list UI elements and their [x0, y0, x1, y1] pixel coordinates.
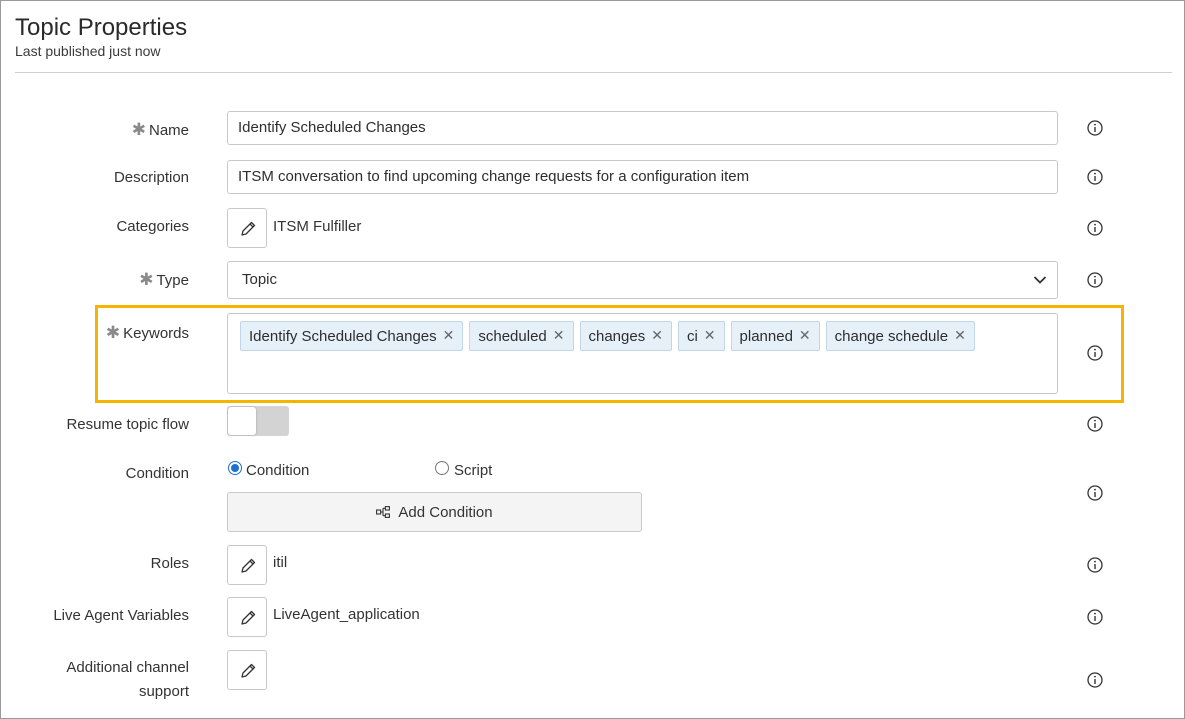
condition-radio[interactable] [228, 461, 242, 475]
condition-label: Condition [125, 465, 189, 482]
resume-topic-flow-label: Resume topic flow [66, 416, 189, 433]
roles-label: Roles [150, 555, 189, 572]
categories-value: ITSM Fulfiller [273, 218, 362, 235]
required-marker: ✱ [131, 120, 146, 139]
live-agent-variables-label: Live Agent Variables [53, 607, 189, 624]
info-icon[interactable] [1087, 672, 1103, 688]
toggle-knob [228, 407, 256, 435]
remove-icon[interactable]: ✕ [553, 322, 565, 348]
keyword-chip: Identify Scheduled Changes ✕ [240, 321, 464, 351]
keyword-chip: change schedule ✕ [825, 321, 975, 351]
pencil-icon [241, 558, 256, 573]
info-icon[interactable] [1087, 557, 1103, 573]
info-icon[interactable] [1087, 220, 1103, 236]
add-condition-label: Add Condition [398, 503, 493, 521]
remove-icon[interactable]: ✕ [704, 322, 716, 348]
edit-additional-channel-support-button[interactable] [227, 650, 267, 690]
page-title: Topic Properties [15, 14, 188, 41]
info-icon[interactable] [1087, 120, 1103, 136]
keyword-chip: ci ✕ [677, 321, 725, 351]
remove-icon[interactable]: ✕ [799, 322, 811, 348]
additional-channel-support-label: Additional channel support [66, 659, 189, 700]
info-icon[interactable] [1087, 345, 1103, 361]
remove-icon[interactable]: ✕ [651, 322, 663, 348]
chevron-down-icon [1033, 276, 1047, 284]
keyword-chips: Identify Scheduled Changes ✕ scheduled ✕ c… [240, 321, 981, 351]
name-input[interactable]: Identify Scheduled Changes [227, 111, 1058, 145]
condition-radio-label: Condition [246, 462, 310, 479]
flow-icon [376, 506, 391, 518]
live-agent-variables-value: LiveAgent_application [273, 606, 420, 623]
info-icon[interactable] [1087, 485, 1103, 501]
edit-roles-button[interactable] [227, 545, 267, 585]
required-marker: ✱ [139, 270, 154, 289]
remove-icon[interactable]: ✕ [954, 322, 966, 348]
header-divider [15, 72, 1172, 73]
keywords-label: ✱ Keywords [105, 323, 189, 342]
pencil-icon [241, 663, 256, 678]
type-value: Topic [242, 271, 278, 288]
remove-icon[interactable]: ✕ [443, 322, 455, 348]
description-label: Description [113, 169, 189, 186]
info-icon[interactable] [1087, 416, 1103, 432]
info-icon[interactable] [1087, 169, 1103, 185]
info-icon[interactable] [1087, 272, 1103, 288]
roles-value: itil [273, 554, 288, 571]
publish-status: Last published just now [15, 43, 161, 59]
type-select[interactable]: Topic [227, 261, 1058, 299]
edit-categories-button[interactable] [227, 208, 267, 248]
resume-topic-flow-toggle[interactable] [227, 406, 289, 436]
pencil-icon [241, 610, 256, 625]
keyword-chip: planned ✕ [730, 321, 820, 351]
pencil-icon [241, 221, 256, 236]
script-radio-label: Script [454, 462, 493, 479]
script-radio[interactable] [435, 461, 449, 475]
keyword-chip: changes ✕ [579, 321, 672, 351]
add-condition-button[interactable]: Add Condition [227, 492, 642, 532]
info-icon[interactable] [1087, 609, 1103, 625]
edit-live-agent-variables-button[interactable] [227, 597, 267, 637]
description-input[interactable]: ITSM conversation to find upcoming chang… [227, 160, 1058, 194]
required-marker: ✱ [105, 323, 121, 342]
keyword-chip: scheduled ✕ [469, 321, 574, 351]
name-label: ✱ Name [131, 120, 189, 139]
categories-label: Categories [116, 218, 189, 235]
type-label: ✱ Type [139, 270, 189, 289]
